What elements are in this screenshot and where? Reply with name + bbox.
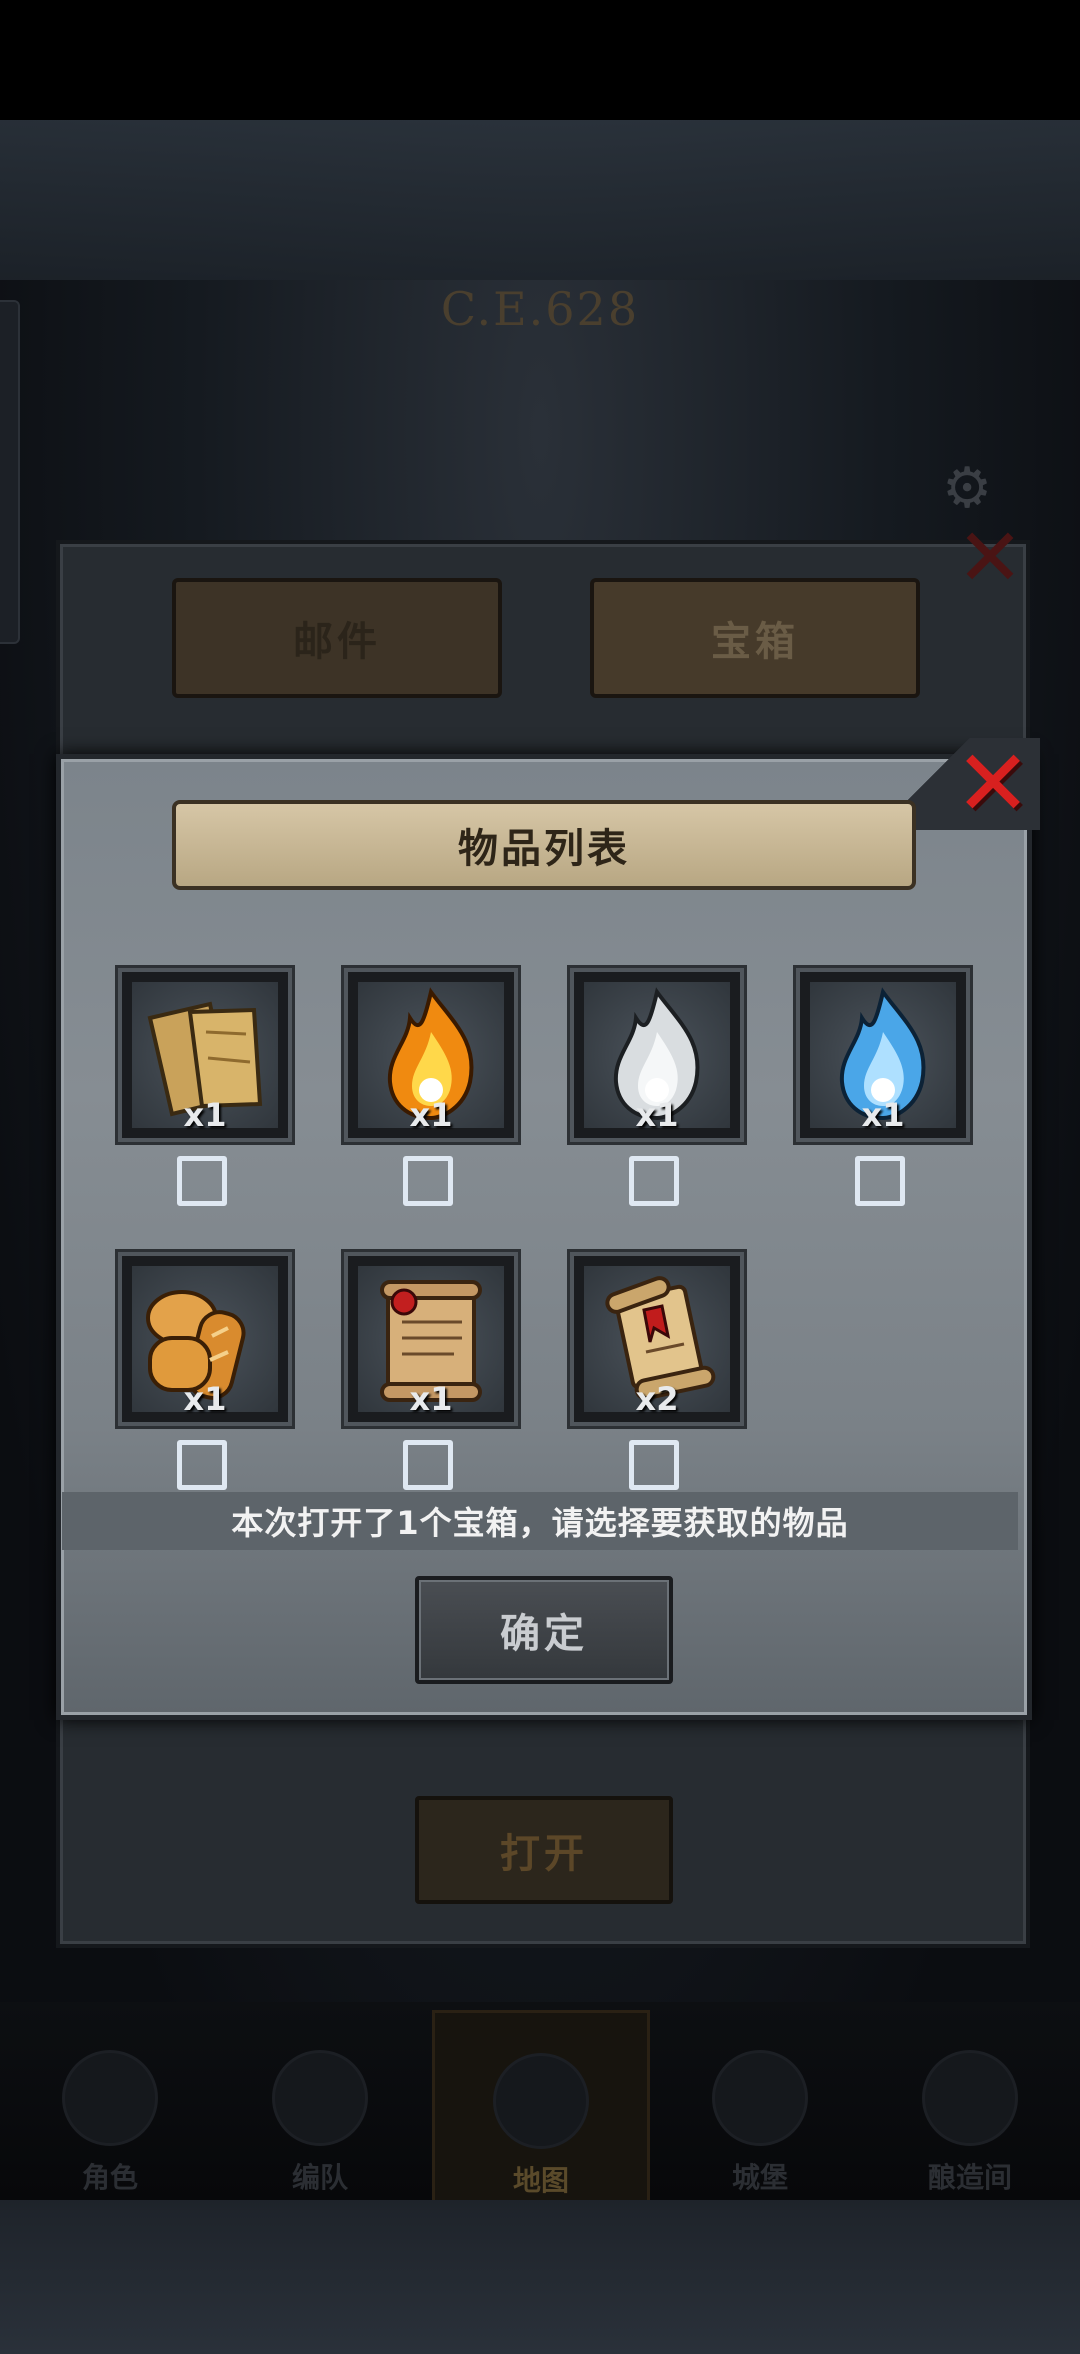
item-quantity: x1 xyxy=(183,1096,227,1134)
brewery-icon xyxy=(922,2050,1018,2146)
item-quantity: x1 xyxy=(409,1096,453,1134)
item-checkbox[interactable] xyxy=(403,1156,453,1206)
item-slot[interactable]: x1 xyxy=(118,1252,292,1426)
character-icon xyxy=(62,2050,158,2146)
item-checkbox[interactable] xyxy=(403,1440,453,1490)
top-header-bar xyxy=(0,120,1080,280)
nav-item-map[interactable]: 地图 xyxy=(432,2010,650,2206)
item-checkbox[interactable] xyxy=(177,1440,227,1490)
item-quantity: x1 xyxy=(183,1380,227,1418)
close-icon[interactable]: ✕ xyxy=(948,738,1038,830)
item-quantity: x1 xyxy=(409,1380,453,1418)
info-text: 本次打开了1个宝箱，请选择要获取的物品 xyxy=(62,1492,1018,1550)
item-slot[interactable]: x1 xyxy=(344,968,518,1142)
item-slot[interactable]: x1 xyxy=(118,968,292,1142)
nav-item-character[interactable]: 角色 xyxy=(10,2010,210,2200)
castle-icon xyxy=(712,2050,808,2146)
nav-label: 城堡 xyxy=(731,2161,788,2194)
item-checkbox[interactable] xyxy=(629,1440,679,1490)
confirm-button[interactable]: 确定 xyxy=(415,1576,673,1684)
item-quantity: x1 xyxy=(861,1096,905,1134)
item-slot[interactable]: x2 xyxy=(570,1252,744,1426)
item-quantity: x2 xyxy=(635,1380,679,1418)
item-checkbox[interactable] xyxy=(629,1156,679,1206)
year-label: C.E.628 xyxy=(440,282,640,336)
item-quantity: x1 xyxy=(635,1096,679,1134)
top-black-band xyxy=(0,0,1080,120)
compass-icon xyxy=(493,2053,589,2149)
item-checkbox[interactable] xyxy=(855,1156,905,1206)
item-checkbox[interactable] xyxy=(177,1156,227,1206)
bottom-band xyxy=(0,2200,1080,2354)
back-panel-close-icon[interactable]: ✕ xyxy=(944,512,1036,604)
nav-item-team[interactable]: 编队 xyxy=(220,2010,420,2200)
item-slot[interactable]: x1 xyxy=(796,968,970,1142)
dialog-title: 物品列表 xyxy=(172,800,916,890)
nav-label: 编队 xyxy=(291,2161,348,2194)
tab-chest[interactable]: 宝箱 xyxy=(590,578,920,698)
nav-label: 酿造间 xyxy=(927,2161,1012,2194)
side-drawer-tab[interactable] xyxy=(0,300,20,644)
nav-label: 角色 xyxy=(81,2161,138,2194)
item-slot[interactable]: x1 xyxy=(344,1252,518,1426)
item-slot[interactable]: x1 xyxy=(570,968,744,1142)
nav-label: 地图 xyxy=(512,2164,569,2197)
open-button[interactable]: 打开 xyxy=(415,1796,673,1904)
nav-item-brewery[interactable]: 酿造间 xyxy=(870,2010,1070,2200)
tab-mail[interactable]: 邮件 xyxy=(172,578,502,698)
team-icon xyxy=(272,2050,368,2146)
nav-item-castle[interactable]: 城堡 xyxy=(660,2010,860,2200)
